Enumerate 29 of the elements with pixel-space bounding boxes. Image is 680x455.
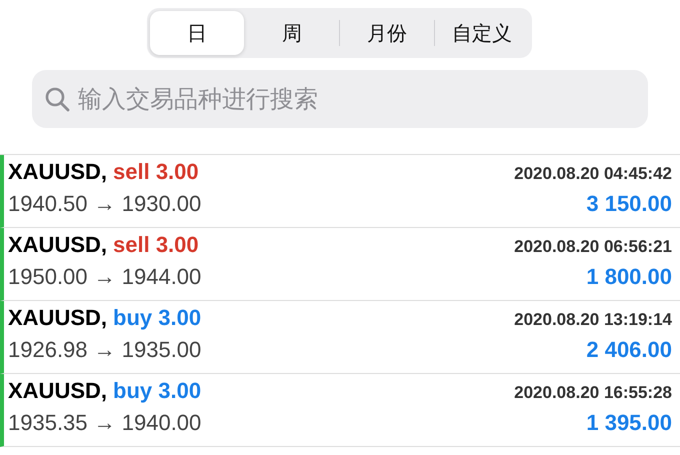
- price-range: 1935.35 → 1940.00: [8, 410, 202, 436]
- profit-value: 2 406.00: [586, 337, 672, 363]
- price-range: 1950.00 → 1944.00: [8, 264, 202, 290]
- order-text: sell 3.00: [113, 159, 199, 185]
- search-field[interactable]: 输入交易品种进行搜索: [32, 70, 648, 128]
- symbol-text: XAUUSD,: [8, 159, 108, 185]
- period-tab[interactable]: 自定义: [435, 11, 529, 55]
- trade-row[interactable]: XAUUSD, sell 3.00 2020.08.20 04:45:42 1940.50 → 1930.00 3 150.00: [0, 155, 680, 228]
- profit-value: 1 395.00: [586, 410, 672, 436]
- trade-time: 2020.08.20 04:45:42: [514, 164, 672, 184]
- profit-value: 1 800.00: [586, 264, 672, 290]
- order-text: sell 3.00: [113, 232, 199, 258]
- price-range: 1940.50 → 1930.00: [8, 191, 202, 217]
- price-range: 1926.98 → 1935.00: [8, 337, 202, 363]
- symbol-text: XAUUSD,: [8, 232, 108, 258]
- trade-row[interactable]: XAUUSD, buy 3.00 2020.08.20 13:19:14 1926.98 → 1935.00 2 406.00: [0, 301, 680, 374]
- trade-time: 2020.08.20 06:56:21: [514, 237, 672, 257]
- period-tab[interactable]: 周: [245, 11, 339, 55]
- period-tab[interactable]: 月份: [340, 11, 434, 55]
- trade-row[interactable]: XAUUSD, buy 3.00 2020.08.20 16:55:28 1935.35 → 1940.00 1 395.00: [0, 374, 680, 447]
- symbol-text: XAUUSD,: [8, 378, 108, 404]
- symbol-text: XAUUSD,: [8, 305, 108, 331]
- profit-value: 3 150.00: [586, 191, 672, 217]
- order-text: buy 3.00: [113, 305, 202, 331]
- trade-time: 2020.08.20 16:55:28: [514, 383, 672, 403]
- trade-time: 2020.08.20 13:19:14: [514, 310, 672, 330]
- trade-row[interactable]: XAUUSD, sell 3.00 2020.08.20 06:56:21 1950.00 → 1944.00 1 800.00: [0, 228, 680, 301]
- order-text: buy 3.00: [113, 378, 202, 404]
- period-tab[interactable]: 日: [150, 11, 244, 55]
